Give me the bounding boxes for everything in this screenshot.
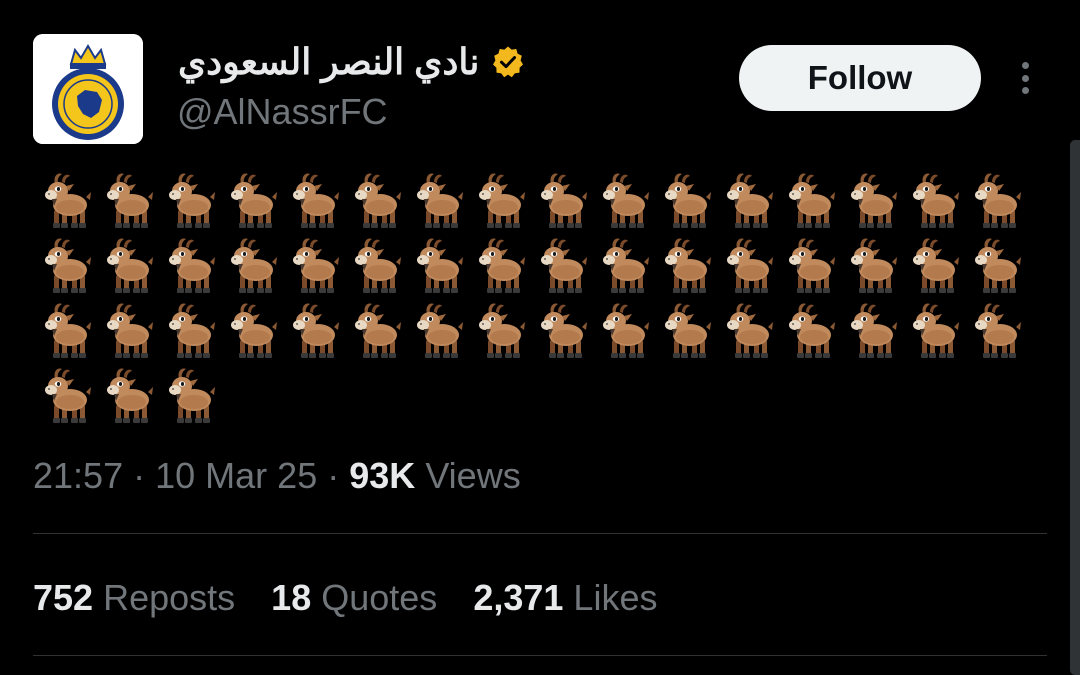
likes-stat[interactable]: 2,371 Likes xyxy=(473,573,657,623)
engagement-stats: 752 Reposts 18 Quotes 2,371 Likes xyxy=(33,573,657,623)
goat-emoji-icon xyxy=(727,238,773,293)
tweet-text xyxy=(38,170,1038,430)
goat-emoji-icon xyxy=(727,303,773,358)
goat-emoji-icon xyxy=(789,238,835,293)
goat-emoji-icon xyxy=(975,303,1021,358)
goat-emoji-icon xyxy=(851,173,897,228)
goat-emoji-icon xyxy=(789,173,835,228)
goat-emoji-icon xyxy=(541,238,587,293)
likes-count: 2,371 xyxy=(473,577,564,618)
goat-emoji-icon xyxy=(169,238,215,293)
quotes-stat[interactable]: 18 Quotes xyxy=(271,573,437,623)
goat-emoji-icon xyxy=(417,238,463,293)
goat-emoji-icon xyxy=(169,173,215,228)
dot xyxy=(1021,74,1029,82)
goat-emoji-icon xyxy=(913,238,959,293)
follow-button[interactable]: Follow xyxy=(739,45,981,111)
scrollbar[interactable] xyxy=(1070,140,1080,675)
verified-badge-icon xyxy=(493,46,524,78)
goat-emoji-icon xyxy=(107,368,153,423)
goat-emoji-icon xyxy=(355,238,401,293)
goat-emoji-icon xyxy=(975,238,1021,293)
goat-emoji-icon xyxy=(479,173,525,228)
goat-emoji-icon xyxy=(231,173,277,228)
reposts-count: 752 xyxy=(33,577,94,618)
divider xyxy=(33,533,1047,534)
al-nassr-logo xyxy=(33,34,143,144)
goat-emoji-icon xyxy=(789,303,835,358)
goat-emoji-icon xyxy=(107,303,153,358)
reposts-stat[interactable]: 752 Reposts xyxy=(33,573,235,623)
goat-emoji-icon xyxy=(975,173,1021,228)
goat-emoji-icon xyxy=(603,173,649,228)
dot xyxy=(1021,87,1029,94)
display-name[interactable]: نادي النصر السعودي xyxy=(178,40,479,84)
more-options-icon[interactable] xyxy=(1011,58,1039,98)
author-name-row: نادي النصر السعودي xyxy=(178,40,525,84)
separator: · xyxy=(133,455,146,496)
goat-emoji-icon xyxy=(541,173,587,228)
tweet-date[interactable]: 10 Mar 25 xyxy=(155,455,317,496)
goat-emoji-icon xyxy=(45,173,91,228)
goat-emoji-icon xyxy=(293,303,339,358)
goat-emoji-icon xyxy=(417,303,463,358)
goat-emoji-icon xyxy=(355,303,401,358)
goat-emoji-icon xyxy=(107,173,153,228)
divider xyxy=(33,655,1047,656)
tweet-time[interactable]: 21:57 xyxy=(33,455,123,496)
goat-emoji-icon xyxy=(479,238,525,293)
goat-emoji-icon xyxy=(665,303,711,358)
goat-emoji-icon xyxy=(45,238,91,293)
goat-emoji-icon xyxy=(603,303,649,358)
views-count[interactable]: 93K xyxy=(349,455,415,496)
avatar[interactable] xyxy=(33,34,143,144)
goat-emoji-icon xyxy=(665,238,711,293)
goat-emoji-icon xyxy=(45,303,91,358)
goat-emoji-icon xyxy=(355,173,401,228)
goat-emoji-icon xyxy=(417,173,463,228)
goat-emoji-icon xyxy=(727,173,773,228)
quotes-label: Quotes xyxy=(321,577,438,618)
goat-emoji-icon xyxy=(169,368,215,423)
goat-emoji-icon xyxy=(913,173,959,228)
goat-emoji-icon xyxy=(541,303,587,358)
goat-emoji-icon xyxy=(851,303,897,358)
views-label[interactable]: Views xyxy=(425,455,520,496)
tweet-meta: 21:57 · 10 Mar 25 · 93K Views xyxy=(33,451,521,501)
goat-emoji-icon xyxy=(851,238,897,293)
goat-emoji-icon xyxy=(293,173,339,228)
likes-label: Likes xyxy=(573,577,658,618)
goat-emoji-icon xyxy=(913,303,959,358)
author-handle[interactable]: @AlNassrFC xyxy=(177,90,388,134)
goat-emoji-icon xyxy=(665,173,711,228)
goat-emoji-icon xyxy=(479,303,525,358)
goat-emoji-icon xyxy=(45,368,91,423)
goat-emoji-icon xyxy=(603,238,649,293)
goat-emoji-icon xyxy=(231,303,277,358)
reposts-label: Reposts xyxy=(103,577,236,618)
goat-emoji-icon xyxy=(231,238,277,293)
quotes-count: 18 xyxy=(271,577,312,618)
separator: · xyxy=(327,455,340,496)
dot xyxy=(1021,62,1029,69)
goat-emoji-icon xyxy=(169,303,215,358)
goat-emoji-icon xyxy=(107,238,153,293)
goat-emoji-icon xyxy=(293,238,339,293)
